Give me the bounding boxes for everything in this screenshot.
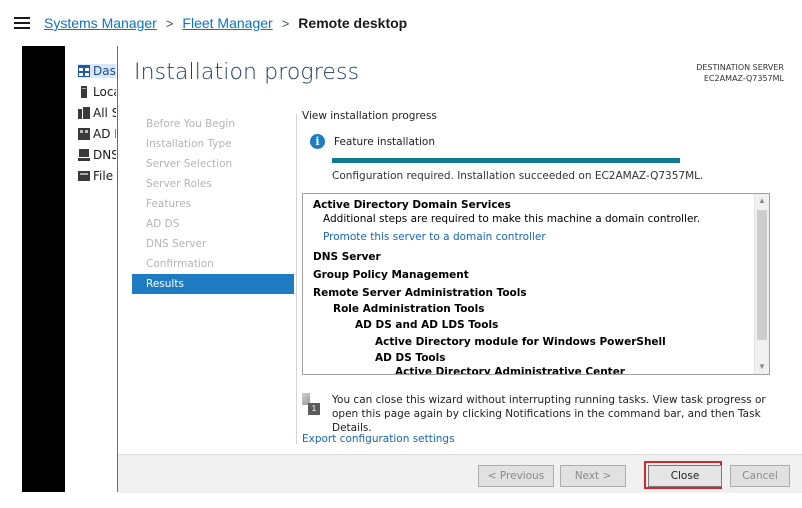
ad-icon: [78, 128, 90, 140]
nav-item-ad-ds[interactable]: AD DS: [78, 127, 116, 141]
result-rsat: Remote Server Administration Tools: [313, 287, 527, 299]
result-ad-ds-lds-tools: AD DS and AD LDS Tools: [355, 319, 499, 331]
steps-divider: [296, 114, 297, 444]
result-role-admin-tools: Role Administration Tools: [333, 303, 485, 315]
dashboard-icon: [78, 65, 90, 77]
next-button[interactable]: Next >: [560, 465, 626, 487]
results-scrollbar[interactable]: ▲ ▼: [754, 194, 769, 374]
breadcrumb-systems-manager[interactable]: Systems Manager: [44, 15, 157, 31]
result-dns-server: DNS Server: [313, 251, 381, 263]
top-breadcrumb-bar: Systems Manager > Fleet Manager > Remote…: [0, 0, 802, 46]
nav-item-file-storage[interactable]: File and Storage Services: [78, 169, 116, 183]
step-server-roles: Server Roles: [146, 178, 212, 190]
destination-server: DESTINATION SERVER EC2AMAZ-Q7357ML: [696, 63, 784, 83]
export-configuration-link[interactable]: Export configuration settings: [302, 433, 455, 445]
installation-progress-bar: [332, 158, 680, 163]
feature-installation-label: Feature installation: [334, 135, 435, 148]
wizard-footer: < Previous Next > Close Cancel: [118, 454, 802, 493]
close-button[interactable]: Close: [648, 465, 722, 487]
step-dns-server: DNS Server: [146, 238, 207, 250]
note-text: You can close this wizard without interr…: [332, 394, 766, 434]
result-ad-powershell: Active Directory module for Windows Powe…: [375, 336, 666, 348]
previous-button[interactable]: < Previous: [478, 465, 554, 487]
view-progress-label: View installation progress: [302, 110, 437, 122]
result-group-policy: Group Policy Management: [313, 269, 469, 281]
servers-icon: [78, 107, 90, 119]
file-icon: [78, 171, 90, 181]
notification-flag-icon: 1: [302, 393, 322, 415]
scroll-thumb[interactable]: [757, 210, 767, 340]
result-ad-ds-tools: AD DS Tools: [375, 352, 446, 364]
dns-icon: [78, 149, 90, 161]
result-ad-ds-note: Additional steps are required to make th…: [323, 213, 701, 225]
step-features: Features: [146, 198, 192, 210]
result-ad-admin-center: Active Directory Administrative Center: [395, 366, 625, 375]
step-ad-ds: AD DS: [146, 218, 180, 230]
step-installation-type: Installation Type: [146, 138, 232, 150]
remote-desktop-viewport[interactable]: Dashboard Local Server All Servers AD DS…: [22, 46, 802, 493]
results-list[interactable]: Active Directory Domain Services Additio…: [302, 193, 770, 375]
nav-item-local-server[interactable]: Local Server: [78, 85, 116, 99]
chevron-right-icon: >: [165, 15, 174, 31]
nav-item-dashboard[interactable]: Dashboard: [78, 64, 116, 78]
wizard-title: Installation progress: [134, 60, 360, 85]
menu-icon[interactable]: [14, 17, 30, 29]
nav-item-dns[interactable]: DNS: [78, 148, 116, 162]
step-server-selection: Server Selection: [146, 158, 233, 170]
chevron-right-icon: >: [281, 15, 290, 31]
breadcrumb-current: Remote desktop: [298, 15, 408, 31]
wizard-steps: Before You Begin Installation Type Serve…: [132, 114, 294, 294]
scroll-up-icon[interactable]: ▲: [755, 194, 769, 208]
cancel-button[interactable]: Cancel: [730, 465, 790, 487]
step-results[interactable]: Results: [132, 274, 294, 294]
server-icon: [81, 86, 87, 98]
step-confirmation: Confirmation: [146, 258, 214, 270]
progress-message: Configuration required. Installation suc…: [332, 170, 704, 182]
info-icon: i: [310, 134, 325, 149]
result-ad-ds: Active Directory Domain Services: [313, 199, 511, 211]
feature-installation-row: i Feature installation: [310, 134, 435, 149]
scroll-down-icon[interactable]: ▼: [755, 360, 769, 374]
promote-domain-controller-link[interactable]: Promote this server to a domain controll…: [323, 231, 546, 243]
nav-item-all-servers[interactable]: All Servers: [78, 106, 116, 120]
add-roles-wizard: Installation progress DESTINATION SERVER…: [118, 46, 802, 493]
breadcrumb-fleet-manager[interactable]: Fleet Manager: [182, 15, 272, 31]
wizard-note: 1 You can close this wizard without inte…: [302, 393, 768, 435]
step-before-you-begin: Before You Begin: [146, 118, 236, 130]
